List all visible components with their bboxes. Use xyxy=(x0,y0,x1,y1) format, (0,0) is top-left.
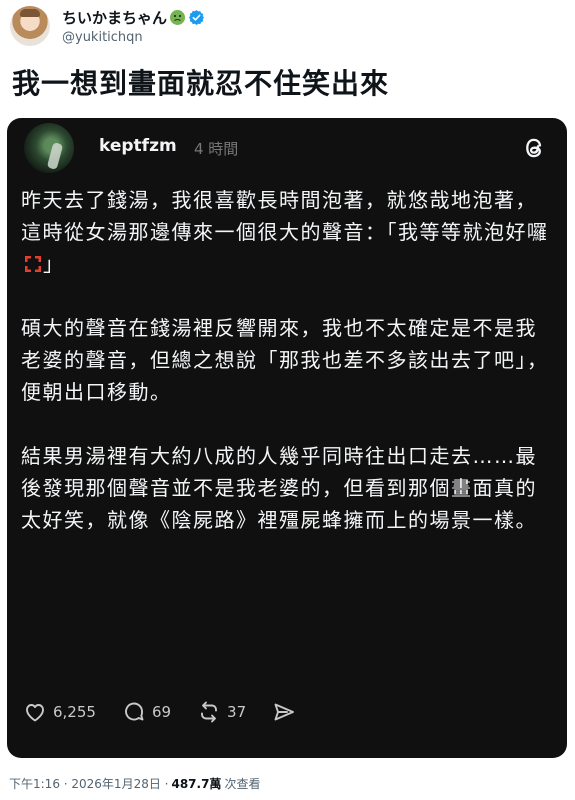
like-count: 6,255 xyxy=(53,703,96,721)
threads-logo-icon[interactable] xyxy=(521,134,547,162)
heart-icon xyxy=(26,704,44,722)
post-paragraph: 昨天去了錢湯，我很喜歡長時間泡著，就悠哉地泡著，這時從女湯那邊傳來一個很大的聲音… xyxy=(21,184,557,280)
author-handle[interactable]: @yukitichqn xyxy=(62,30,143,45)
nauseated-face-icon xyxy=(170,10,186,25)
post-paragraph: 碩大的聲音在錢湯裡反響開來，我也不太確定是不是我老婆的聲音，但總之想說「那我也差… xyxy=(21,316,549,404)
comment-icon xyxy=(125,702,144,721)
tweet-timestamp[interactable]: 下午1:16 · 2026年1月28日 · xyxy=(9,775,168,792)
author-avatar[interactable] xyxy=(10,6,50,46)
repost-button[interactable]: 37 xyxy=(197,700,246,724)
paragraph-text-end: 」 xyxy=(43,252,65,276)
threads-post-body: 昨天去了錢湯，我很喜歡長時間泡著，就悠哉地泡著，這時從女湯那邊傳來一個很大的聲音… xyxy=(21,184,557,568)
verified-badge-icon xyxy=(189,10,204,25)
paragraph-text: 昨天去了錢湯，我很喜歡長時間泡著，就悠哉地泡著，這時從女湯那邊傳來一個很大的聲音… xyxy=(21,188,549,244)
reply-count: 69 xyxy=(151,703,172,721)
tweet-header: ちいかまちゃん @yukitichqn xyxy=(6,2,566,52)
threads-action-bar: 6,255 69 37 xyxy=(23,700,322,724)
tweet-text: 我一想到畫面就忍不住笑出來 xyxy=(12,67,390,100)
author-display-name[interactable]: ちいかまちゃん xyxy=(62,7,167,28)
share-button[interactable] xyxy=(272,700,296,724)
threads-username[interactable]: keptfzm xyxy=(99,136,177,156)
like-button[interactable]: 6,255 xyxy=(23,700,96,724)
repost-count: 37 xyxy=(227,703,247,721)
anger-symbol-icon xyxy=(25,256,41,272)
views-label: 次查看 xyxy=(224,777,261,791)
repost-icon xyxy=(201,701,217,723)
send-icon xyxy=(274,703,295,721)
threads-user-avatar[interactable] xyxy=(24,123,74,173)
quoted-threads-post[interactable]: keptfzm 4 時間 昨天去了錢湯，我很喜歡長時間泡著，就悠哉地泡著，這時從… xyxy=(7,118,567,758)
display-name-row: ちいかまちゃん xyxy=(62,7,205,28)
reply-button[interactable]: 69 xyxy=(122,700,171,724)
tweet-footer-meta: 下午1:16 · 2026年1月28日 · 487.7萬 次查看 xyxy=(9,775,260,792)
threads-post-time: 4 時間 xyxy=(194,140,239,158)
post-paragraph: 結果男湯裡有大約八成的人幾乎同時往出口走去……最後發現那個聲音並不是我老婆的，但… xyxy=(21,444,537,532)
views-count: 487.7萬 xyxy=(171,777,222,791)
